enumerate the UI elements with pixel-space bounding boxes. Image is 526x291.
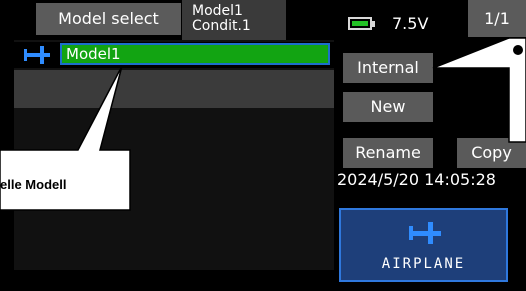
copy-button[interactable]: Copy bbox=[457, 138, 526, 168]
airplane-icon bbox=[24, 46, 50, 64]
internal-button[interactable]: Internal bbox=[343, 53, 433, 83]
battery-terminal bbox=[372, 21, 375, 27]
model-type-label: AIRPLANE bbox=[381, 256, 466, 272]
model-type-button[interactable]: AIRPLANE bbox=[339, 208, 508, 282]
current-condition-name: Condit.1 bbox=[192, 18, 251, 34]
new-button[interactable]: New bbox=[343, 92, 433, 122]
page-title: Model select bbox=[36, 3, 181, 35]
current-model-name: Model1 bbox=[192, 3, 243, 19]
page-indicator-button[interactable]: 1/1 bbox=[468, 0, 526, 37]
list-item-empty[interactable] bbox=[14, 70, 334, 108]
model-name-selected[interactable]: Model1 bbox=[60, 43, 330, 65]
current-model-condition: Model1 Condit.1 bbox=[182, 0, 286, 40]
airplane-icon bbox=[409, 222, 441, 244]
battery-indicator: 7.5V bbox=[348, 14, 438, 34]
battery-level-fill bbox=[352, 21, 368, 26]
battery-voltage: 7.5V bbox=[392, 14, 429, 33]
date-time: 2024/5/20 14:05:28 bbox=[337, 170, 496, 189]
transmitter-screen: Model select Model1 Condit.1 7.5V 1/1 Mo… bbox=[0, 0, 526, 291]
battery-icon bbox=[348, 17, 372, 30]
callout-left-label: elle Modell bbox=[0, 177, 67, 192]
rename-button[interactable]: Rename bbox=[343, 138, 433, 168]
